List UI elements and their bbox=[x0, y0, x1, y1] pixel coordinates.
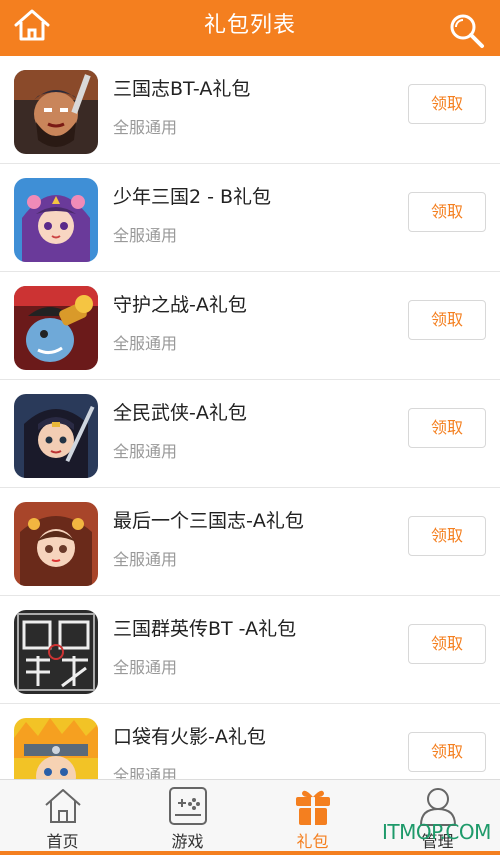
tab-label: 首页 bbox=[46, 832, 79, 851]
gift-item[interactable]: 全民武侠-A礼包 全服通用 领取 bbox=[0, 380, 500, 488]
gift-name: 全民武侠-A礼包 bbox=[113, 402, 247, 424]
tab-games[interactable]: 游戏 bbox=[125, 780, 250, 855]
claim-button[interactable]: 领取 bbox=[408, 624, 486, 664]
tab-label: 游戏 bbox=[171, 832, 204, 851]
tab-label: 礼包 bbox=[296, 832, 329, 851]
tab-home[interactable]: 首页 bbox=[0, 780, 125, 855]
gift-name: 三国群英传BT -A礼包 bbox=[113, 618, 297, 640]
watermark-text: ITMOP.COM bbox=[382, 820, 491, 844]
gift-name: 最后一个三国志-A礼包 bbox=[113, 510, 304, 532]
gift-scope: 全服通用 bbox=[113, 658, 178, 677]
claim-button[interactable]: 领取 bbox=[408, 408, 486, 448]
gift-scope: 全服通用 bbox=[113, 766, 178, 779]
gift-icon bbox=[296, 790, 330, 825]
tab-gifts[interactable]: 礼包 bbox=[250, 780, 375, 855]
claim-button[interactable]: 领取 bbox=[408, 516, 486, 556]
gift-scope: 全服通用 bbox=[113, 226, 178, 245]
game-icon bbox=[14, 178, 98, 262]
search-icon bbox=[450, 14, 484, 48]
game-icon bbox=[14, 502, 98, 586]
gift-scope: 全服通用 bbox=[113, 334, 178, 353]
search-button[interactable] bbox=[448, 12, 486, 50]
gift-name: 少年三国2 - B礼包 bbox=[113, 186, 272, 208]
bottom-accent-line bbox=[0, 851, 500, 855]
claim-button[interactable]: 领取 bbox=[408, 84, 486, 124]
gift-item[interactable]: 最后一个三国志-A礼包 全服通用 领取 bbox=[0, 488, 500, 596]
game-icon bbox=[14, 610, 98, 694]
gift-item[interactable]: 口袋有火影-A礼包 全服通用 领取 bbox=[0, 704, 500, 779]
gift-name: 三国志BT-A礼包 bbox=[113, 78, 251, 100]
gift-scope: 全服通用 bbox=[113, 442, 178, 461]
gift-item[interactable]: 守护之战-A礼包 全服通用 领取 bbox=[0, 272, 500, 380]
gamepad-icon bbox=[169, 787, 207, 825]
gift-item[interactable]: 三国志BT-A礼包 全服通用 领取 bbox=[0, 56, 500, 164]
claim-button[interactable]: 领取 bbox=[408, 192, 486, 232]
claim-button[interactable]: 领取 bbox=[408, 732, 486, 772]
gift-list: 三国志BT-A礼包 全服通用 领取 少年三国2 - B礼包 全服通用 领取 守护… bbox=[0, 56, 500, 779]
game-icon bbox=[14, 70, 98, 154]
game-icon bbox=[14, 718, 98, 779]
gift-item[interactable]: 三国群英传BT -A礼包 全服通用 领取 bbox=[0, 596, 500, 704]
game-icon bbox=[14, 394, 98, 478]
gift-name: 守护之战-A礼包 bbox=[113, 294, 247, 316]
game-icon bbox=[14, 286, 98, 370]
page-title: 礼包列表 bbox=[203, 13, 296, 38]
top-bar: 礼包列表 bbox=[0, 0, 500, 56]
gift-scope: 全服通用 bbox=[113, 550, 178, 569]
gift-name: 口袋有火影-A礼包 bbox=[113, 726, 266, 748]
gift-scope: 全服通用 bbox=[113, 118, 178, 137]
home-icon bbox=[45, 789, 81, 823]
claim-button[interactable]: 领取 bbox=[408, 300, 486, 340]
gift-item[interactable]: 少年三国2 - B礼包 全服通用 领取 bbox=[0, 164, 500, 272]
